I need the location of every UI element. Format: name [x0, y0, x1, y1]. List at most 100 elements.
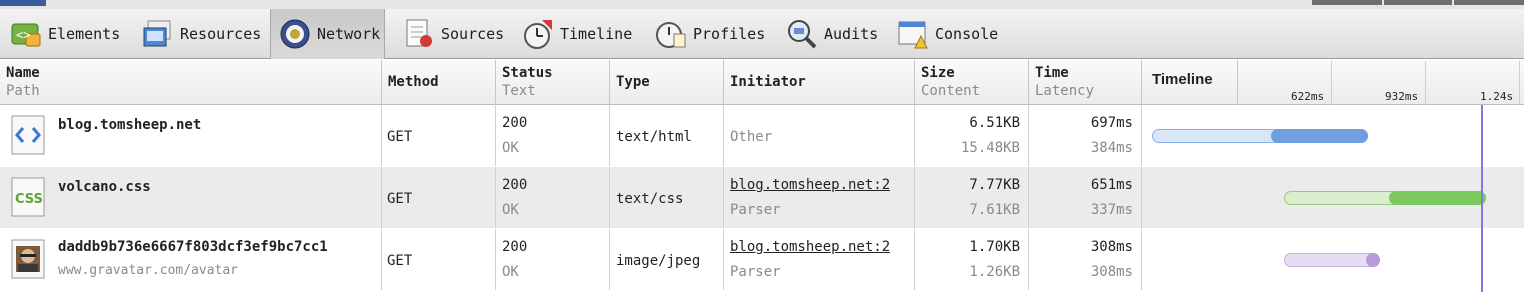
- column-header-method[interactable]: Method: [382, 60, 496, 105]
- table-row[interactable]: daddb9b736e6667f803dcf3ef9bc7cc1 www.grav…: [0, 229, 1524, 290]
- load-event-marker: [1481, 105, 1483, 292]
- latency-time: 384ms: [1090, 140, 1133, 156]
- column-header-timeline[interactable]: Timeline: [1142, 60, 1238, 105]
- size-cell: 6.51KB 15.48KB: [915, 105, 1029, 166]
- size-cell: 1.70KB 1.26KB: [915, 229, 1029, 290]
- initiator-detail: Parser: [730, 202, 781, 218]
- timeline-divider: [1519, 61, 1520, 105]
- mime-type: image/jpeg: [616, 253, 701, 269]
- request-method: GET: [387, 253, 413, 269]
- column-header-time[interactable]: Time Latency: [1029, 60, 1142, 105]
- method-cell: GET: [382, 167, 496, 228]
- status-cell: 200 OK: [496, 167, 610, 228]
- svg-text:<>: <>: [16, 28, 30, 42]
- initiator-text: Other: [730, 129, 773, 145]
- status-code: 200: [502, 239, 528, 255]
- mime-type: text/html: [616, 129, 692, 145]
- column-header-initiator[interactable]: Initiator: [724, 60, 915, 105]
- sources-icon: [403, 18, 435, 50]
- transfer-size: 1.70KB: [969, 239, 1020, 255]
- tab-label: Profiles: [693, 25, 766, 43]
- header-primary: Size: [921, 65, 955, 81]
- method-cell: GET: [382, 229, 496, 290]
- status-code: 200: [502, 177, 528, 193]
- tab-label: Timeline: [560, 25, 633, 43]
- request-path: www.gravatar.com/avatar: [58, 263, 239, 278]
- header-primary: Time: [1035, 65, 1069, 81]
- initiator-detail: Parser: [730, 264, 781, 280]
- css-file-icon: CSS: [10, 176, 46, 222]
- status-cell: 200 OK: [496, 105, 610, 166]
- latency-time: 337ms: [1090, 202, 1133, 218]
- column-header-type[interactable]: Type: [610, 60, 724, 105]
- profiles-icon: [655, 18, 687, 50]
- header-primary: Name: [6, 65, 40, 81]
- console-icon: [897, 18, 929, 50]
- status-text: OK: [502, 264, 519, 280]
- tab-label: Console: [935, 25, 999, 43]
- request-name: daddb9b736e6667f803dcf3ef9bc7cc1: [58, 239, 328, 255]
- devtools-toolbar: <> Elements Resources Network Sources Ti…: [0, 9, 1524, 59]
- initiator-cell[interactable]: blog.tomsheep.net:2 Parser: [724, 229, 915, 290]
- timeline-tick: 1.24s: [1480, 90, 1514, 103]
- column-header-size[interactable]: Size Content: [915, 60, 1029, 105]
- time-cell: 651ms 337ms: [1029, 167, 1142, 228]
- window-controls-strip: [1312, 0, 1524, 5]
- tab-label: Sources: [441, 25, 505, 43]
- html-file-icon: [10, 114, 46, 160]
- tab-timeline[interactable]: Timeline: [522, 11, 632, 57]
- transfer-size: 7.77KB: [969, 177, 1020, 193]
- tab-label: Audits: [824, 25, 879, 43]
- type-cell: text/html: [610, 105, 724, 166]
- latency-time: 308ms: [1090, 264, 1133, 280]
- tab-profiles[interactable]: Profiles: [655, 11, 765, 57]
- window-top-strip: [0, 0, 1524, 9]
- name-cell[interactable]: daddb9b736e6667f803dcf3ef9bc7cc1 www.grav…: [0, 229, 382, 290]
- resources-icon: [142, 18, 174, 50]
- tab-audits[interactable]: Audits: [786, 11, 878, 57]
- table-row[interactable]: blog.tomsheep.net GET 200 OK text/html Other 6…: [0, 105, 1524, 166]
- header-secondary: Path: [6, 83, 40, 99]
- name-cell[interactable]: blog.tomsheep.net: [0, 105, 382, 166]
- tab-elements[interactable]: <> Elements: [10, 11, 120, 57]
- type-cell: text/css: [610, 167, 724, 228]
- mime-type: text/css: [616, 191, 684, 207]
- header-secondary: Content: [921, 83, 981, 99]
- timeline-divider: [1331, 61, 1332, 105]
- column-header-status[interactable]: Status Text: [496, 60, 610, 105]
- tab-resources[interactable]: Resources: [142, 11, 261, 57]
- header-secondary: Text: [502, 83, 536, 99]
- header-primary: Type: [616, 74, 650, 90]
- request-method: GET: [387, 129, 413, 145]
- type-cell: image/jpeg: [610, 229, 724, 290]
- size-cell: 7.77KB 7.61KB: [915, 167, 1029, 228]
- initiator-link[interactable]: blog.tomsheep.net:2: [730, 177, 890, 193]
- content-size: 15.48KB: [960, 140, 1020, 156]
- network-icon: [279, 18, 311, 50]
- total-time: 697ms: [1090, 115, 1133, 131]
- column-header-name[interactable]: Name Path: [0, 60, 382, 105]
- initiator-cell[interactable]: blog.tomsheep.net:2 Parser: [724, 167, 915, 228]
- avatar-image-icon: [10, 238, 46, 284]
- timeline-tick: 932ms: [1385, 90, 1419, 103]
- request-name: volcano.css: [58, 179, 151, 195]
- total-time: 651ms: [1090, 177, 1133, 193]
- tab-network[interactable]: Network: [270, 9, 386, 59]
- status-text: OK: [502, 140, 519, 156]
- initiator-link[interactable]: blog.tomsheep.net:2: [730, 239, 890, 255]
- request-method: GET: [387, 191, 413, 207]
- table-row[interactable]: CSS volcano.css GET 200 OK text/css blog.tomsh…: [0, 167, 1524, 228]
- time-cell: 308ms 308ms: [1029, 229, 1142, 290]
- header-secondary: Latency: [1035, 83, 1095, 99]
- tab-label: Elements: [48, 25, 121, 43]
- status-text: OK: [502, 202, 519, 218]
- name-cell[interactable]: CSS volcano.css: [0, 167, 382, 228]
- method-cell: GET: [382, 105, 496, 166]
- header-primary: Method: [388, 74, 439, 90]
- initiator-cell: Other: [724, 105, 915, 166]
- tab-console[interactable]: Console: [897, 11, 998, 57]
- content-size: 7.61KB: [969, 202, 1020, 218]
- tab-sources[interactable]: Sources: [403, 11, 504, 57]
- timeline-icon: [522, 18, 554, 50]
- content-size: 1.26KB: [969, 264, 1020, 280]
